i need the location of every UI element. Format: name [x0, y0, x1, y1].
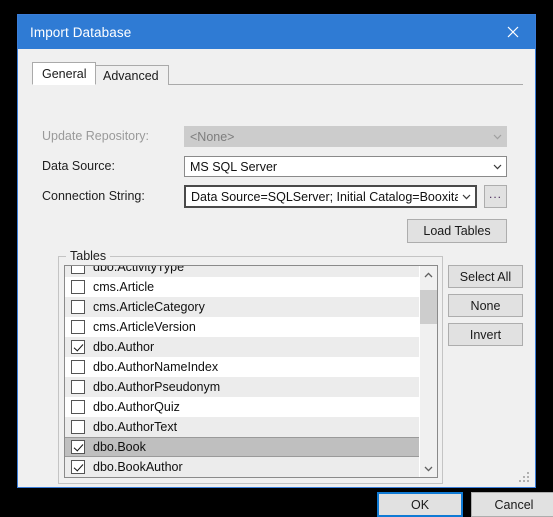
- tab-strip: General Advanced: [32, 62, 523, 85]
- title-bar[interactable]: Import Database: [18, 15, 535, 49]
- table-row-label: cms.Article: [93, 280, 155, 294]
- tables-list[interactable]: dbo.ActivityType cms.Article cms.Article…: [64, 265, 438, 478]
- chevron-down-icon: [489, 134, 506, 140]
- window-title: Import Database: [30, 24, 132, 40]
- table-row-checkbox[interactable]: [71, 340, 85, 354]
- load-tables-label: Load Tables: [423, 224, 491, 238]
- table-row-label: cms.ArticleVersion: [93, 320, 196, 334]
- table-row-label: dbo.AuthorQuiz: [93, 400, 180, 414]
- none-label: None: [470, 298, 501, 313]
- table-row-label: dbo.Author: [93, 340, 155, 354]
- connection-string-label: Connection String:: [42, 189, 145, 203]
- table-row[interactable]: dbo.ActivityType: [65, 266, 419, 277]
- ok-label: OK: [410, 497, 430, 512]
- table-row-label: dbo.AuthorPseudonym: [93, 380, 221, 394]
- import-database-dialog: Import Database General Advanced Update …: [17, 14, 553, 517]
- connection-string-browse-label: ...: [488, 187, 502, 201]
- invert-button[interactable]: Invert: [448, 323, 523, 346]
- table-row-label: dbo.Book: [93, 440, 146, 454]
- table-row-checkbox[interactable]: [71, 420, 85, 434]
- tab-advanced[interactable]: Advanced: [93, 65, 169, 85]
- tables-list-scrollbar[interactable]: [419, 266, 437, 477]
- cancel-label: Cancel: [494, 497, 534, 512]
- chevron-down-icon: [489, 164, 506, 170]
- table-row-checkbox[interactable]: [71, 280, 85, 294]
- table-row-checkbox[interactable]: [71, 300, 85, 314]
- connection-string-value: Data Source=SQLServer; Initial Catalog=B…: [191, 189, 458, 204]
- invert-label: Invert: [469, 327, 502, 342]
- table-row-checkbox[interactable]: [71, 460, 85, 474]
- table-row[interactable]: cms.ArticleCategory: [65, 297, 419, 317]
- table-row-checkbox[interactable]: [71, 320, 85, 334]
- chevron-up-icon[interactable]: [420, 266, 437, 283]
- dialog-client-area: General Advanced Update Repository: <Non…: [18, 49, 553, 517]
- table-row-label: dbo.ActivityType: [93, 266, 185, 274]
- connection-string-combo[interactable]: Data Source=SQLServer; Initial Catalog=B…: [184, 185, 477, 208]
- table-row-checkbox[interactable]: [71, 266, 85, 274]
- table-row[interactable]: cms.Article: [65, 277, 419, 297]
- update-repository-value: <None>: [190, 129, 235, 144]
- table-row[interactable]: dbo.Author: [65, 337, 419, 357]
- data-source-combo[interactable]: MS SQL Server: [184, 156, 507, 177]
- update-repository-combo[interactable]: <None>: [184, 126, 507, 147]
- load-tables-button[interactable]: Load Tables: [407, 219, 507, 243]
- tab-advanced-label: Advanced: [103, 68, 159, 83]
- tab-general-label: General: [42, 66, 87, 81]
- ok-button[interactable]: OK: [377, 492, 463, 517]
- tab-general[interactable]: General: [32, 62, 97, 85]
- none-button[interactable]: None: [448, 294, 523, 317]
- table-row[interactable]: dbo.BookAuthor: [65, 457, 419, 477]
- tables-group-label: Tables: [66, 249, 111, 263]
- table-row-label: dbo.BookAuthor: [93, 460, 183, 474]
- table-row-checkbox[interactable]: [71, 440, 85, 454]
- tables-list-items: dbo.ActivityType cms.Article cms.Article…: [65, 266, 419, 477]
- data-source-label: Data Source:: [42, 159, 115, 173]
- table-row-checkbox[interactable]: [71, 400, 85, 414]
- table-row-label: cms.ArticleCategory: [93, 300, 205, 314]
- update-repository-label: Update Repository:: [42, 129, 150, 143]
- scrollbar-thumb[interactable]: [420, 290, 437, 324]
- table-row-label: dbo.AuthorText: [93, 420, 178, 434]
- table-row-checkbox[interactable]: [71, 380, 85, 394]
- table-row[interactable]: dbo.AuthorNameIndex: [65, 357, 419, 377]
- resize-grip-icon[interactable]: [519, 472, 531, 484]
- cancel-button[interactable]: Cancel: [471, 492, 553, 517]
- chevron-down-icon[interactable]: [420, 460, 437, 477]
- close-icon[interactable]: [490, 15, 535, 49]
- data-source-value: MS SQL Server: [190, 159, 278, 174]
- connection-string-browse-button[interactable]: ...: [484, 185, 507, 208]
- select-all-label: Select All: [459, 269, 512, 284]
- select-all-button[interactable]: Select All: [448, 265, 523, 288]
- table-row-label: dbo.AuthorNameIndex: [93, 360, 219, 374]
- table-row[interactable]: dbo.AuthorText: [65, 417, 419, 437]
- chevron-down-icon: [458, 194, 475, 200]
- table-row[interactable]: dbo.AuthorPseudonym: [65, 377, 419, 397]
- table-row[interactable]: dbo.Book: [65, 437, 419, 457]
- table-row[interactable]: dbo.AuthorQuiz: [65, 397, 419, 417]
- table-row-checkbox[interactable]: [71, 360, 85, 374]
- table-row[interactable]: cms.ArticleVersion: [65, 317, 419, 337]
